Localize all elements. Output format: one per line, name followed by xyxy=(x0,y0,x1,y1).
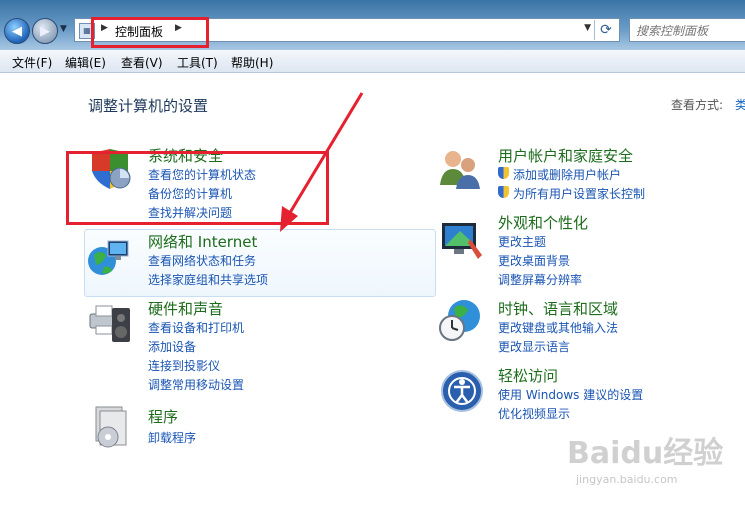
category-appearance[interactable]: 外观和个性化 xyxy=(498,212,588,233)
refresh-button[interactable]: ⟳ xyxy=(594,20,617,40)
category-hardware-sound[interactable]: 硬件和声音 xyxy=(148,298,223,319)
chevron-down-icon: ▼ xyxy=(60,24,67,34)
link-optimize-display[interactable]: 优化视频显示 xyxy=(498,405,570,422)
appearance-monitor-icon[interactable] xyxy=(440,219,484,263)
network-globe-icon[interactable] xyxy=(86,235,130,279)
highlight-box-network xyxy=(66,151,329,225)
back-button[interactable]: ◀ xyxy=(4,18,30,44)
address-dropdown-icon[interactable]: ▼ xyxy=(584,23,591,33)
menu-bar: 文件(F) 编辑(E) 查看(V) 工具(T) 帮助(H) xyxy=(0,50,745,73)
highlight-box-address xyxy=(91,17,209,48)
category-programs[interactable]: 程序 xyxy=(148,406,178,427)
programs-icon[interactable] xyxy=(90,405,134,449)
link-change-desktop-background[interactable]: 更改桌面背景 xyxy=(498,252,570,269)
link-add-device[interactable]: 添加设备 xyxy=(148,338,196,355)
view-by-label: 查看方式: xyxy=(671,98,724,112)
link-adjust-resolution[interactable]: 调整屏幕分辨率 xyxy=(498,271,582,288)
link-connect-projector[interactable]: 连接到投影仪 xyxy=(148,357,220,374)
link-homegroup-sharing[interactable]: 选择家庭组和共享选项 xyxy=(148,271,268,288)
category-clock-region[interactable]: 时钟、语言和区域 xyxy=(498,298,618,319)
search-box[interactable] xyxy=(629,18,745,42)
menu-view[interactable]: 查看(V) xyxy=(121,54,163,71)
printer-speaker-icon[interactable] xyxy=(88,300,132,344)
link-view-network-status[interactable]: 查看网络状态和任务 xyxy=(148,252,256,269)
arrow-right-icon: ▶ xyxy=(40,23,50,39)
recent-pages-dropdown[interactable]: ▼ xyxy=(60,24,70,34)
link-windows-recommended-settings[interactable]: 使用 Windows 建议的设置 xyxy=(498,386,643,403)
watermark-logo: Baidu经验 xyxy=(567,436,724,471)
link-change-theme[interactable]: 更改主题 xyxy=(498,233,546,250)
search-input[interactable] xyxy=(634,20,745,42)
menu-help[interactable]: 帮助(H) xyxy=(231,54,273,71)
view-by-dropdown[interactable]: 类 xyxy=(735,96,745,113)
link-change-display-language[interactable]: 更改显示语言 xyxy=(498,338,570,355)
forward-button[interactable]: ▶ xyxy=(32,18,58,44)
category-network-internet[interactable]: 网络和 Internet xyxy=(148,231,257,252)
link-label: 为所有用户设置家长控制 xyxy=(513,187,646,201)
link-label: 添加或删除用户帐户 xyxy=(513,168,622,182)
page-title: 调整计算机的设置 xyxy=(88,97,209,115)
arrow-left-icon: ◀ xyxy=(12,23,22,39)
category-user-accounts[interactable]: 用户帐户和家庭安全 xyxy=(498,145,633,166)
menu-file[interactable]: 文件(F) xyxy=(12,54,52,71)
control-panel-content: 调整计算机的设置 查看方式: 类 系统和安全 查看您的计算机状态 备份您的计算机… xyxy=(0,73,745,509)
ease-of-access-icon[interactable] xyxy=(440,369,484,413)
users-icon[interactable] xyxy=(438,147,482,191)
link-parental-controls[interactable]: 为所有用户设置家长控制 xyxy=(498,185,645,202)
clock-globe-icon[interactable] xyxy=(438,298,482,342)
menu-tools[interactable]: 工具(T) xyxy=(177,54,218,71)
menu-edit[interactable]: 编辑(E) xyxy=(65,54,106,71)
link-mobility-settings[interactable]: 调整常用移动设置 xyxy=(148,376,244,393)
link-add-remove-accounts[interactable]: 添加或删除用户帐户 xyxy=(498,166,621,183)
refresh-icon: ⟳ xyxy=(600,22,612,38)
link-change-keyboard[interactable]: 更改键盘或其他输入法 xyxy=(498,319,618,336)
link-uninstall-program[interactable]: 卸载程序 xyxy=(148,429,196,446)
uac-shield-icon xyxy=(498,167,509,179)
uac-shield-icon xyxy=(498,186,509,198)
link-devices-printers[interactable]: 查看设备和打印机 xyxy=(148,319,244,336)
watermark-url: jingyan.baidu.com xyxy=(576,473,678,486)
category-ease-of-access[interactable]: 轻松访问 xyxy=(498,365,558,386)
